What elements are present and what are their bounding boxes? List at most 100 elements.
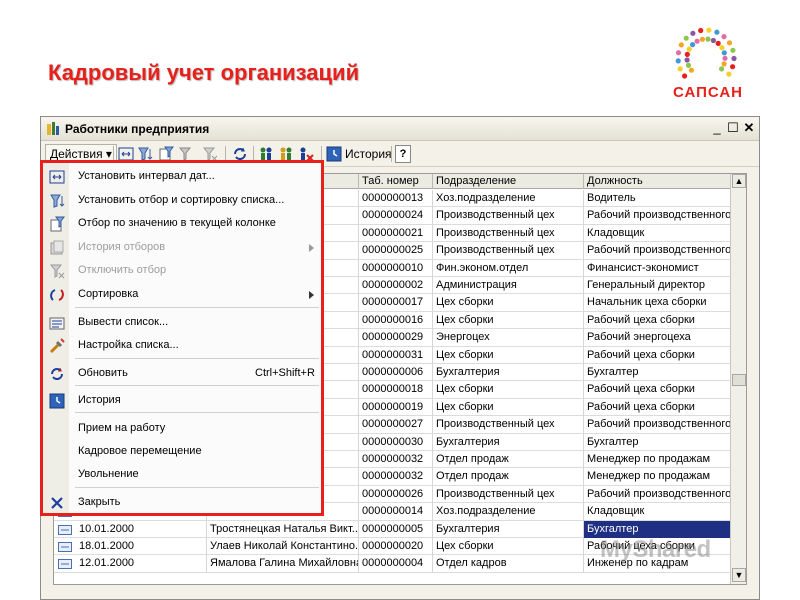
- cell-department[interactable]: Хоз.подразделение: [433, 190, 584, 207]
- menu-item-label: История отборов: [78, 241, 166, 253]
- scroll-up-icon[interactable]: ▲: [732, 174, 746, 188]
- menu-item[interactable]: Отбор по значению в текущей колонке: [43, 213, 321, 235]
- cell-position[interactable]: Рабочий энергоцеха: [584, 329, 732, 347]
- cell-position[interactable]: Рабочий производственного ...: [584, 207, 732, 225]
- cell-tab-number[interactable]: 0000000013: [359, 190, 433, 207]
- submenu-arrow-icon: [309, 291, 314, 299]
- menu-item[interactable]: Настройка списка...: [43, 335, 321, 357]
- cell-tab-number[interactable]: 0000000002: [359, 277, 433, 294]
- cell-tab-number[interactable]: 0000000031: [359, 346, 433, 364]
- cell-position[interactable]: Рабочий производственного ...: [584, 416, 732, 434]
- cell-tab-number[interactable]: 0000000027: [359, 416, 433, 434]
- cell-tab-number[interactable]: 0000000004: [359, 555, 433, 573]
- cell-department[interactable]: Хоз.подразделение: [433, 503, 584, 521]
- menu-item[interactable]: Вывести список...: [43, 312, 321, 334]
- cell-position[interactable]: Рабочий цеха сборки: [584, 311, 732, 329]
- cell-department[interactable]: Цех сборки: [433, 294, 584, 312]
- cell-department[interactable]: Бухгалтерия: [433, 520, 584, 538]
- menu-item[interactable]: Кадровое перемещение: [43, 441, 321, 463]
- cell-position[interactable]: Кладовщик: [584, 503, 732, 521]
- menu-item[interactable]: История: [43, 390, 321, 412]
- column-header-dept[interactable]: Подразделение: [433, 174, 584, 189]
- cell-department[interactable]: Цех сборки: [433, 346, 584, 364]
- column-header-tab[interactable]: Таб. номер: [359, 174, 433, 189]
- cell-position[interactable]: Генеральный директор: [584, 277, 732, 294]
- cell-name[interactable]: Ямалова Галина Михайловна: [207, 555, 359, 573]
- cell-position[interactable]: Финансист-экономист: [584, 259, 732, 277]
- cell-position[interactable]: Бухгалтер: [584, 364, 732, 381]
- cell-tab-number[interactable]: 0000000014: [359, 503, 433, 521]
- cell-date[interactable]: 12.01.2000: [76, 555, 207, 573]
- logo-dot: [678, 42, 684, 48]
- cell-position[interactable]: Начальник цеха сборки: [584, 294, 732, 312]
- cell-tab-number[interactable]: 0000000032: [359, 451, 433, 468]
- cell-tab-number[interactable]: 0000000032: [359, 468, 433, 486]
- menu-item[interactable]: Прием на работу: [43, 418, 321, 440]
- cell-tab-number[interactable]: 0000000006: [359, 364, 433, 381]
- history-icon[interactable]: [325, 145, 343, 163]
- cell-position[interactable]: Рабочий цеха сборки: [584, 346, 732, 364]
- cell-position[interactable]: Бухгалтер: [584, 433, 732, 451]
- cell-department[interactable]: Цех сборки: [433, 538, 584, 555]
- cell-tab-number[interactable]: 0000000025: [359, 242, 433, 260]
- cell-department[interactable]: Фин.эконом.отдел: [433, 259, 584, 277]
- menu-item[interactable]: Закрыть: [43, 492, 321, 514]
- scroll-thumb[interactable]: [732, 374, 746, 386]
- cell-tab-number[interactable]: 0000000029: [359, 329, 433, 347]
- column-header-position[interactable]: Должность: [584, 174, 732, 189]
- cell-position[interactable]: Рабочий цеха сборки: [584, 381, 732, 399]
- cell-date[interactable]: 10.01.2000: [76, 520, 207, 538]
- cell-tab-number[interactable]: 0000000021: [359, 224, 433, 242]
- cell-tab-number[interactable]: 0000000016: [359, 311, 433, 329]
- cell-position[interactable]: Кладовщик: [584, 224, 732, 242]
- cell-tab-number[interactable]: 0000000020: [359, 538, 433, 555]
- cell-department[interactable]: Производственный цех: [433, 485, 584, 503]
- menu-item[interactable]: Сортировка: [43, 284, 321, 306]
- cell-department[interactable]: Производственный цех: [433, 224, 584, 242]
- cell-tab-number[interactable]: 0000000030: [359, 433, 433, 451]
- cell-name[interactable]: Тростянецкая Наталья Викт...: [207, 520, 359, 538]
- menu-item[interactable]: Увольнение: [43, 464, 321, 486]
- menu-item[interactable]: Установить отбор и сортировку списка...: [43, 190, 321, 212]
- cell-position[interactable]: Менеджер по продажам: [584, 468, 732, 486]
- menu-item[interactable]: Установить интервал дат...: [43, 166, 321, 188]
- menu-item-label: Настройка списка...: [78, 339, 179, 351]
- cell-name[interactable]: Улаев Николай Константино...: [207, 538, 359, 555]
- cell-department[interactable]: Цех сборки: [433, 398, 584, 416]
- window-close-icon[interactable]: ✕: [741, 120, 757, 136]
- cell-department[interactable]: Отдел продаж: [433, 468, 584, 486]
- menu-separator: [75, 358, 319, 359]
- cell-position[interactable]: Водитель: [584, 190, 732, 207]
- maximize-icon[interactable]: ☐: [725, 120, 741, 136]
- cell-tab-number[interactable]: 0000000010: [359, 259, 433, 277]
- cell-department[interactable]: Отдел продаж: [433, 451, 584, 468]
- cell-department[interactable]: Цех сборки: [433, 311, 584, 329]
- minimize-icon[interactable]: _: [709, 120, 725, 136]
- cell-department[interactable]: Энергоцех: [433, 329, 584, 347]
- cell-tab-number[interactable]: 0000000026: [359, 485, 433, 503]
- menu-item[interactable]: Обновить Ctrl+Shift+R: [43, 363, 321, 385]
- cell-position[interactable]: Рабочий производственного ...: [584, 485, 732, 503]
- cell-department[interactable]: Отдел кадров: [433, 555, 584, 573]
- scroll-down-icon[interactable]: ▼: [732, 568, 746, 582]
- cell-position[interactable]: Рабочий цеха сборки: [584, 398, 732, 416]
- cell-department[interactable]: Цех сборки: [433, 381, 584, 399]
- cell-tab-number[interactable]: 0000000024: [359, 207, 433, 225]
- cell-date[interactable]: 18.01.2000: [76, 538, 207, 555]
- cell-tab-number[interactable]: 0000000019: [359, 398, 433, 416]
- menu-item-label: Сортировка: [78, 288, 139, 300]
- cell-department[interactable]: Производственный цех: [433, 242, 584, 260]
- cell-tab-number[interactable]: 0000000005: [359, 520, 433, 538]
- cell-tab-number[interactable]: 0000000018: [359, 381, 433, 399]
- cell-position[interactable]: Менеджер по продажам: [584, 451, 732, 468]
- cell-department[interactable]: Бухгалтерия: [433, 433, 584, 451]
- cell-department[interactable]: Производственный цех: [433, 416, 584, 434]
- help-button[interactable]: ?: [395, 145, 411, 163]
- cell-tab-number[interactable]: 0000000017: [359, 294, 433, 312]
- cell-department[interactable]: Производственный цех: [433, 207, 584, 225]
- cell-department[interactable]: Бухгалтерия: [433, 364, 584, 381]
- cell-position[interactable]: Рабочий производственного ...: [584, 242, 732, 260]
- history-label[interactable]: История: [345, 147, 392, 161]
- vertical-scrollbar[interactable]: ▲ ▼: [730, 174, 746, 584]
- cell-department[interactable]: Администрация: [433, 277, 584, 294]
